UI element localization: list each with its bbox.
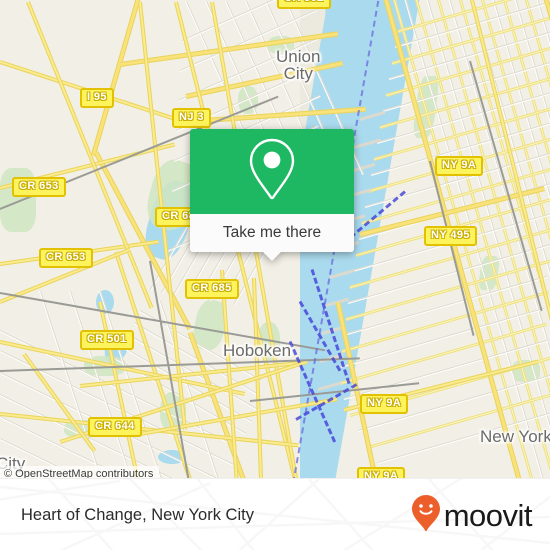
- place-label-union-city-line1: Union: [276, 47, 321, 66]
- map-screenshot: Union City Hoboken New York City CR 501 …: [0, 0, 550, 550]
- callout-pointer: [263, 252, 281, 261]
- shield-ny-9a-mid: NY 9A: [360, 394, 409, 414]
- place-callout-card[interactable]: Take me there: [190, 129, 354, 261]
- shield-nj-3: NJ 3: [172, 108, 211, 128]
- take-me-there-button[interactable]: Take me there: [190, 214, 354, 252]
- shield-ny-495: NY 495: [424, 226, 477, 246]
- map-canvas[interactable]: Union City Hoboken New York City CR 501 …: [0, 0, 550, 478]
- place-label-union-city-line2: City: [283, 64, 313, 83]
- osm-attribution[interactable]: © OpenStreetMap contributors: [0, 466, 160, 478]
- shield-cr-653-b: CR 653: [39, 248, 93, 268]
- place-label-union-city: Union City: [276, 48, 320, 82]
- shield-cr-644: CR 644: [88, 417, 142, 437]
- shield-i-95: I 95: [80, 88, 114, 108]
- shield-cr-501-top: CR 501: [277, 0, 331, 9]
- shield-cr-653-a: CR 653: [12, 177, 66, 197]
- moovit-brand[interactable]: moovit: [411, 479, 533, 550]
- place-label-new-york: New York: [480, 427, 550, 446]
- footer-bar: Heart of Change, New York City moovit: [0, 478, 550, 550]
- shield-ny-9a-bot: NY 9A: [357, 467, 406, 478]
- map-pin-icon: [244, 134, 300, 209]
- place-label-hoboken: Hoboken: [223, 341, 292, 360]
- callout-pin-panel: [190, 129, 354, 214]
- meadowlands-land-c: [0, 96, 56, 150]
- shield-cr-685-a: CR 685: [185, 279, 239, 299]
- shield-cr-501: CR 501: [80, 330, 134, 350]
- take-me-there-label: Take me there: [222, 224, 322, 241]
- shield-ny-9a-top: NY 9A: [435, 156, 484, 176]
- place-title: Heart of Change, New York City: [21, 505, 254, 524]
- moovit-wordmark: moovit: [443, 497, 533, 533]
- moovit-smiley-pin-icon: [411, 494, 441, 537]
